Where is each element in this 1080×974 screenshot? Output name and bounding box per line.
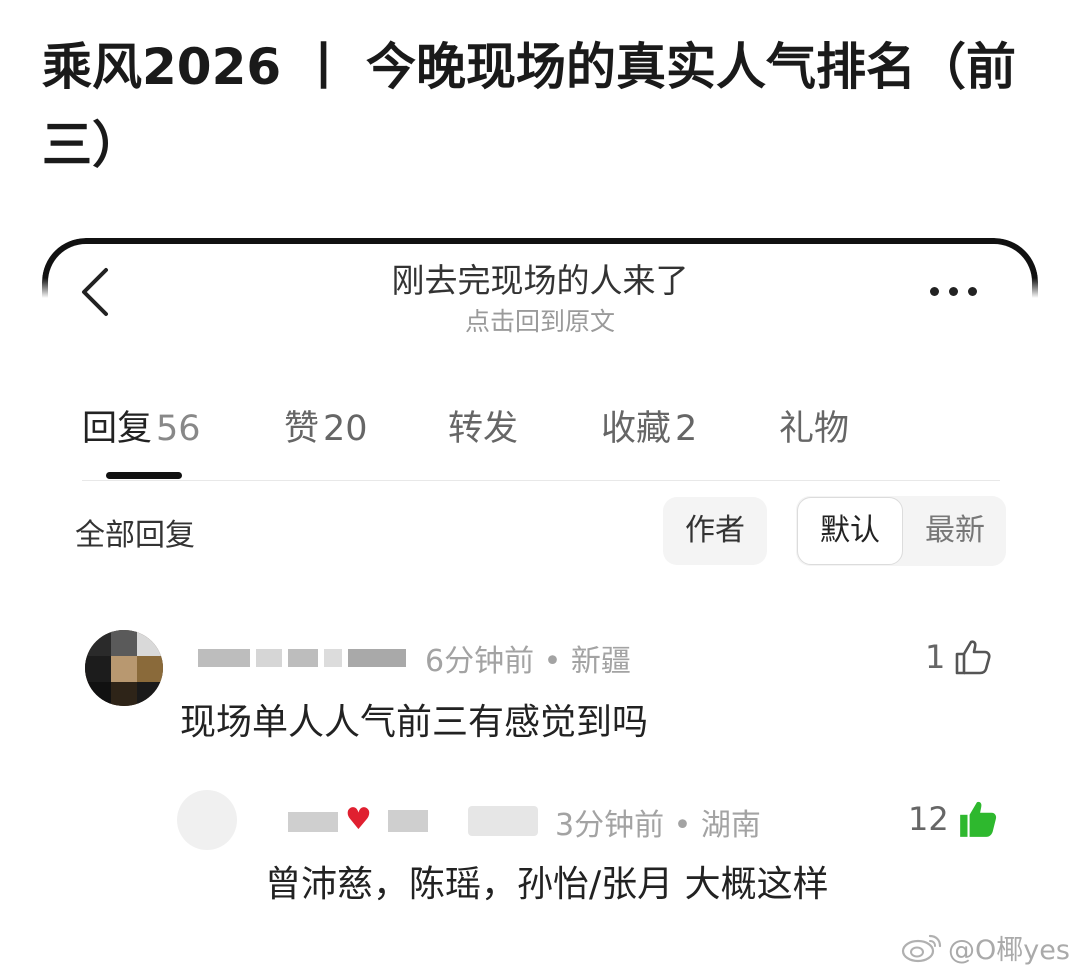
tab-label: 赞 (284, 409, 320, 449)
tab-likes[interactable]: 赞 20 (284, 400, 368, 451)
like-button[interactable]: 1 (925, 634, 993, 680)
thumbs-up-icon (959, 801, 996, 837)
avatar[interactable] (85, 630, 163, 706)
thread-title: 刚去完现场的人来了 (391, 261, 689, 300)
back-to-original-link[interactable]: 点击回到原文 (0, 302, 1080, 338)
tab-label: 转发 (448, 409, 519, 449)
tab-label: 收藏 (601, 409, 672, 449)
all-replies-label: 全部回复 (75, 518, 195, 553)
tab-label: 回复 (82, 409, 153, 449)
author-filter-button[interactable]: 作者 (663, 497, 767, 565)
tab-count: 56 (156, 409, 201, 449)
sort-default-button[interactable]: 默认 (797, 497, 903, 565)
watermark-text: @O椰yes (948, 934, 1070, 966)
tab-divider (82, 480, 1000, 481)
sort-latest-button[interactable]: 最新 (904, 496, 1006, 566)
tab-count: 2 (675, 409, 698, 449)
tab-gifts[interactable]: 礼物 (779, 400, 849, 451)
like-count: 12 (908, 800, 949, 838)
tab-count: 20 (323, 409, 368, 449)
thumbs-up-icon (956, 640, 991, 675)
tab-reposts[interactable]: 转发 (448, 400, 518, 451)
username-redacted[interactable] (288, 802, 538, 838)
comment-meta: 6分钟前 • 新疆 (425, 644, 631, 679)
tab-label: 礼物 (779, 409, 850, 449)
watermark: @O椰yes (900, 927, 1070, 967)
username-redacted[interactable] (198, 645, 413, 669)
active-tab-indicator (106, 472, 182, 479)
heart-icon: ♥ (345, 802, 372, 837)
more-button[interactable] (925, 280, 989, 304)
comment-text: 现场单人人气前三有感觉到吗 (180, 702, 649, 743)
comment-text: 曾沛慈，陈瑶，孙怡/张月 大概这样 (265, 864, 829, 905)
weibo-logo-icon (901, 934, 942, 963)
tab-favorites[interactable]: 收藏 2 (601, 400, 697, 451)
avatar[interactable] (177, 790, 237, 850)
comment-meta: 3分钟前 • 湖南 (555, 808, 761, 843)
tab-replies[interactable]: 回复 56 (82, 400, 201, 451)
like-button[interactable]: 12 (908, 796, 999, 842)
sort-toggle: 默认 最新 (796, 496, 1006, 566)
post-headline: 乘风2026 丨 今晚现场的真实人气排名（前三） (42, 38, 1016, 174)
more-dots-icon (930, 287, 939, 296)
like-count: 1 (925, 638, 946, 676)
